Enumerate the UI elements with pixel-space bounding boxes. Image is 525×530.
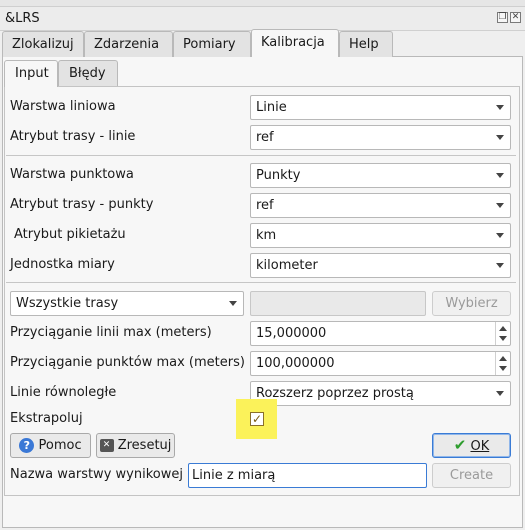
atrybut-pikietazu-combo[interactable]: km bbox=[250, 223, 511, 248]
warstwa-liniowa-label: Warstwa liniowa bbox=[10, 99, 116, 114]
jednostka-miary-value: kilometer bbox=[256, 258, 318, 273]
trasy-filter-combo[interactable]: Wszystkie trasy bbox=[10, 291, 244, 316]
subtab-input[interactable]: Input bbox=[4, 60, 58, 87]
separator bbox=[6, 155, 516, 156]
chevron-down-icon bbox=[496, 233, 504, 238]
ekstrapoluj-label: Ekstrapoluj bbox=[10, 411, 83, 426]
tab-help[interactable]: Help bbox=[339, 31, 393, 57]
jednostka-miary-combo[interactable]: kilometer bbox=[250, 253, 511, 278]
chevron-down-icon bbox=[496, 263, 504, 268]
check-icon: ✔ bbox=[453, 436, 467, 454]
linie-rownolegle-combo[interactable]: Rozszerz poprzez prostą bbox=[250, 381, 511, 406]
tab-pomiary[interactable]: Pomiary bbox=[173, 31, 251, 57]
przyciaganie-linii-spinbox[interactable]: 15,000000 bbox=[250, 321, 511, 346]
title-bar bbox=[0, 7, 525, 31]
chevron-down-icon bbox=[496, 203, 504, 208]
subtab-bledy[interactable]: Błędy bbox=[58, 60, 118, 86]
zresetuj-label: Zresetuj bbox=[117, 438, 172, 453]
chevron-down-icon bbox=[496, 173, 504, 178]
atrybut-trasy-linie-combo[interactable]: ref bbox=[250, 125, 511, 150]
atrybut-trasy-punkty-label: Atrybut trasy - punkty bbox=[10, 197, 154, 212]
tab-kalibracja[interactable]: Kalibracja bbox=[251, 29, 339, 57]
chevron-down-icon bbox=[229, 301, 237, 306]
chevron-down-icon bbox=[496, 391, 504, 396]
pomoc-label: Pomoc bbox=[38, 438, 82, 453]
jednostka-miary-label: Jednostka miary bbox=[10, 257, 115, 272]
chevron-down-icon bbox=[496, 135, 504, 140]
przyciaganie-punktow-value: 100,000000 bbox=[256, 356, 335, 371]
ok-button[interactable]: ✔ OK bbox=[432, 433, 511, 458]
chevron-down-icon bbox=[496, 105, 504, 110]
nazwa-warstwy-input[interactable]: Linie z miarą bbox=[188, 463, 427, 488]
tab-zlokalizuj[interactable]: Zlokalizuj bbox=[2, 31, 84, 57]
nazwa-warstwy-label: Nazwa warstwy wynikowej bbox=[10, 467, 183, 482]
ekstrapoluj-checkbox[interactable]: ✓ bbox=[250, 412, 264, 426]
clear-icon: ✕ bbox=[99, 439, 114, 452]
spin-down-icon[interactable] bbox=[499, 336, 507, 341]
warstwa-punktowa-value: Punkty bbox=[256, 168, 301, 183]
atrybut-trasy-linie-label: Atrybut trasy - linie bbox=[10, 129, 136, 144]
linie-rownolegle-value: Rozszerz poprzez prostą bbox=[256, 386, 414, 401]
atrybut-trasy-punkty-combo[interactable]: ref bbox=[250, 193, 511, 218]
spin-up-icon[interactable] bbox=[499, 356, 507, 361]
ok-label: OK bbox=[470, 439, 490, 454]
window-title: &LRS bbox=[5, 11, 40, 26]
warstwa-punktowa-label: Warstwa punktowa bbox=[10, 167, 134, 182]
close-window-icon[interactable]: ✕ bbox=[510, 12, 521, 23]
warstwa-punktowa-combo[interactable]: Punkty bbox=[250, 163, 511, 188]
przyciaganie-punktow-label: Przyciąganie punktów max (meters) bbox=[10, 355, 245, 370]
trasy-filter-value: Wszystkie trasy bbox=[16, 296, 119, 311]
przyciaganie-punktow-spinbox[interactable]: 100,000000 bbox=[250, 351, 511, 376]
atrybut-trasy-punkty-value: ref bbox=[256, 198, 274, 213]
spin-down-icon[interactable] bbox=[499, 366, 507, 371]
atrybut-trasy-linie-value: ref bbox=[256, 130, 274, 145]
help-icon: ? bbox=[19, 438, 35, 453]
float-window-icon[interactable]: ❐ bbox=[497, 12, 508, 23]
atrybut-pikietazu-label: Atrybut pikietażu bbox=[14, 227, 126, 242]
warstwa-liniowa-combo[interactable]: Linie bbox=[250, 95, 511, 120]
atrybut-pikietazu-value: km bbox=[256, 228, 277, 243]
spin-buttons[interactable] bbox=[495, 352, 510, 375]
pomoc-button[interactable]: ? Pomoc bbox=[10, 433, 91, 458]
create-button[interactable]: Create bbox=[432, 463, 511, 488]
zresetuj-button[interactable]: ✕ Zresetuj bbox=[96, 433, 175, 458]
przyciaganie-linii-value: 15,000000 bbox=[256, 326, 327, 341]
przyciaganie-linii-label: Przyciąganie linii max (meters) bbox=[10, 325, 212, 340]
toolbar-strip bbox=[0, 0, 525, 7]
linie-rownolegle-label: Linie równoległe bbox=[10, 385, 117, 400]
wybierz-button[interactable]: Wybierz bbox=[432, 291, 511, 316]
spin-buttons[interactable] bbox=[495, 322, 510, 345]
warstwa-liniowa-value: Linie bbox=[256, 100, 287, 115]
tab-zdarzenia[interactable]: Zdarzenia bbox=[84, 31, 173, 57]
separator bbox=[6, 282, 516, 283]
trasy-selected-field bbox=[250, 291, 426, 316]
spin-up-icon[interactable] bbox=[499, 326, 507, 331]
